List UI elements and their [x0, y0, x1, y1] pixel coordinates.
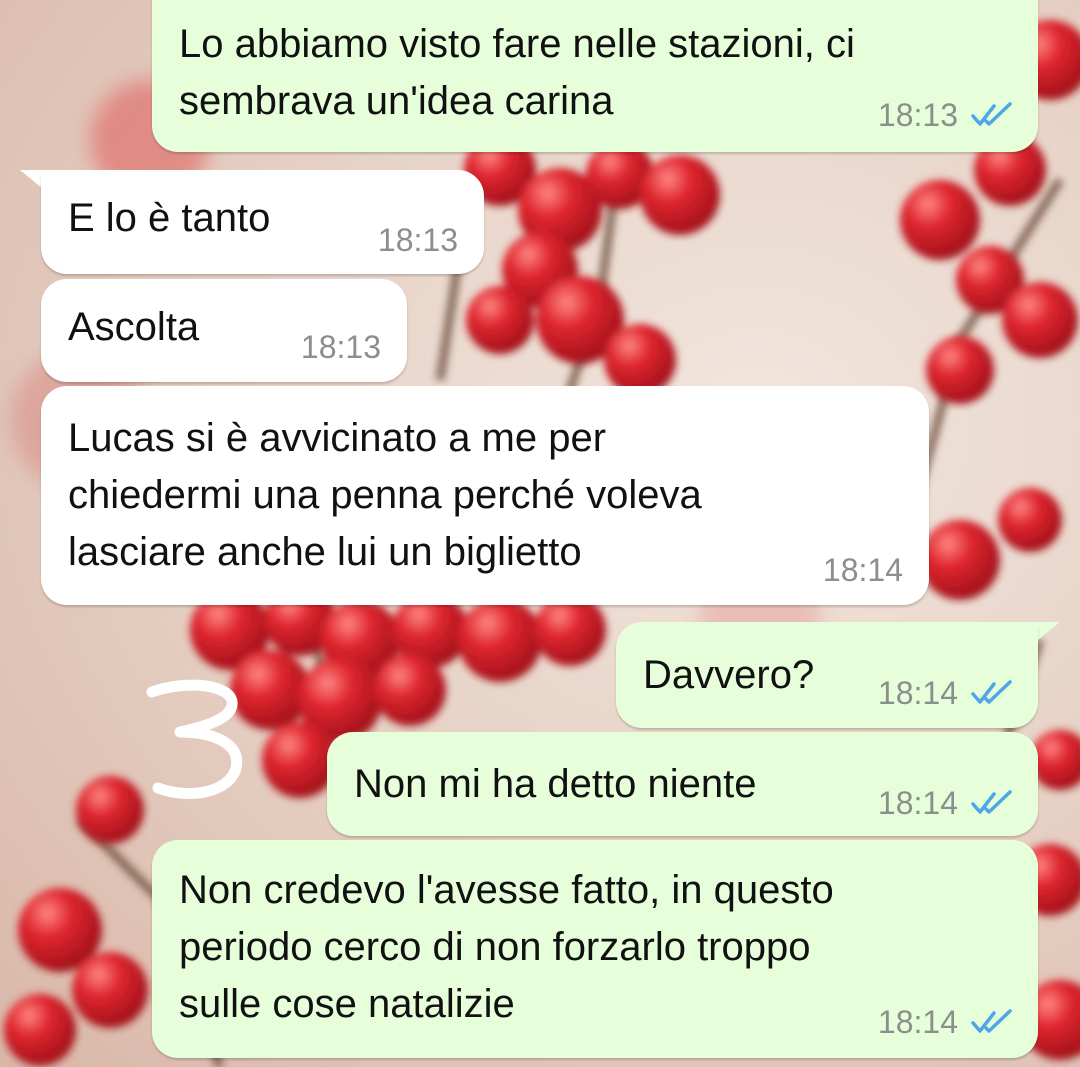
message-bubble-outgoing[interactable]: Non credevo l'avesse fatto, in questo pe… [152, 840, 1038, 1058]
message-text: Lo abbiamo visto fare nelle stazioni, ci… [179, 22, 855, 123]
double-check-icon [971, 790, 1012, 814]
message-time: 18:13 [377, 222, 458, 258]
message-time: 18:14 [877, 785, 958, 821]
message-time: 18:14 [822, 552, 903, 588]
handwritten-number-three [146, 679, 243, 800]
message-text: Davvero? [643, 653, 815, 697]
message-bubble-incoming[interactable]: E lo è tanto 18:13 [41, 170, 484, 274]
double-check-icon [971, 102, 1012, 126]
message-meta: 18:13 [378, 222, 458, 258]
message-meta: 18:13 [301, 329, 381, 365]
message-time: 18:13 [300, 329, 381, 365]
message-bubble-outgoing[interactable]: Lo abbiamo visto fare nelle stazioni, ci… [152, 0, 1038, 152]
message-bubble-incoming[interactable]: Ascolta 18:13 [41, 279, 407, 382]
message-meta: 18:14 [878, 785, 1014, 821]
message-bubble-outgoing[interactable]: Davvero? 18:14 [616, 622, 1038, 728]
message-text: Ascolta [68, 305, 200, 349]
message-time: 18:14 [877, 675, 958, 711]
message-text: Non credevo l'avesse fatto, in questo pe… [179, 868, 834, 1026]
message-meta: 18:14 [878, 1004, 1014, 1040]
message-time: 18:13 [877, 97, 958, 133]
double-check-icon [971, 680, 1012, 704]
message-time: 18:14 [877, 1004, 958, 1040]
message-meta: 18:14 [878, 675, 1014, 711]
message-meta: 18:13 [878, 97, 1014, 133]
message-bubble-outgoing[interactable]: Non mi ha detto niente 18:14 [327, 732, 1038, 836]
message-bubble-incoming[interactable]: Lucas si è avvicinato a me per chiedermi… [41, 386, 929, 605]
message-text: Non mi ha detto niente [354, 762, 757, 806]
message-text: E lo è tanto [68, 196, 271, 240]
message-text: Lucas si è avvicinato a me per chiedermi… [68, 416, 702, 574]
double-check-icon [971, 1009, 1012, 1033]
message-meta: 18:14 [823, 552, 903, 588]
